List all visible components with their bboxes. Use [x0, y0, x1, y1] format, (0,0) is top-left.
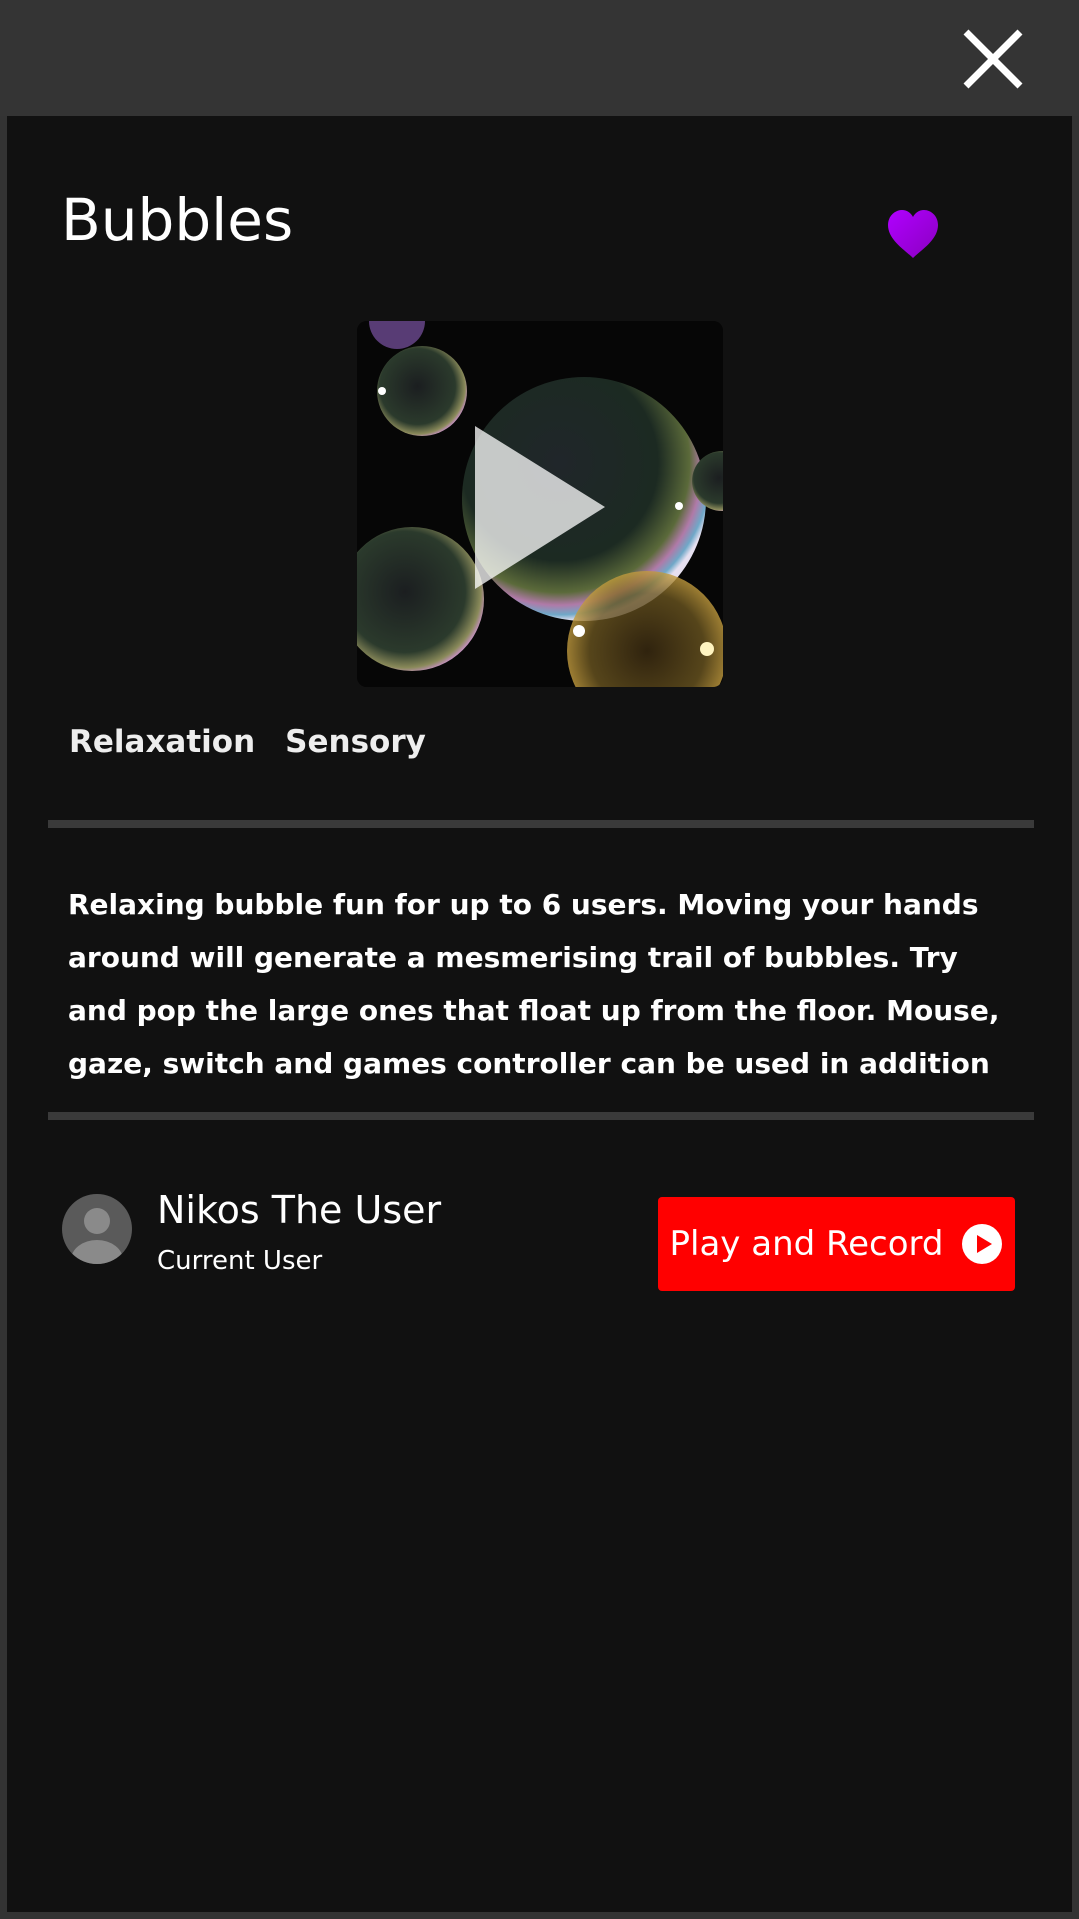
- user-name: Nikos The User: [157, 1188, 442, 1232]
- tag-list: Relaxation Sensory: [69, 724, 426, 760]
- tag-sensory: Sensory: [285, 724, 426, 760]
- tag-relaxation: Relaxation: [69, 724, 256, 760]
- favorite-button[interactable]: [885, 208, 941, 260]
- play-and-record-button[interactable]: Play and Record: [658, 1197, 1015, 1291]
- top-bar: [0, 0, 1079, 116]
- avatar: [62, 1194, 132, 1264]
- activity-description[interactable]: Relaxing bubble fun for up to 6 users. M…: [68, 878, 1018, 1088]
- activity-title: Bubbles: [61, 186, 294, 254]
- user-avatar-icon: [71, 1208, 123, 1264]
- divider-bottom: [48, 1112, 1034, 1120]
- play-circle-icon: [962, 1224, 1003, 1264]
- divider-top: [48, 820, 1034, 828]
- user-role: Current User: [157, 1246, 323, 1276]
- activity-detail-panel: Bubbles Relaxation Sensory Relaxing bubb…: [7, 116, 1072, 1912]
- close-button[interactable]: [958, 24, 1028, 94]
- play-and-record-label: Play and Record: [669, 1224, 944, 1264]
- activity-thumbnail[interactable]: [357, 321, 723, 687]
- heart-icon: [888, 210, 938, 258]
- bubbles-image: [357, 321, 723, 687]
- close-icon: [963, 29, 1023, 89]
